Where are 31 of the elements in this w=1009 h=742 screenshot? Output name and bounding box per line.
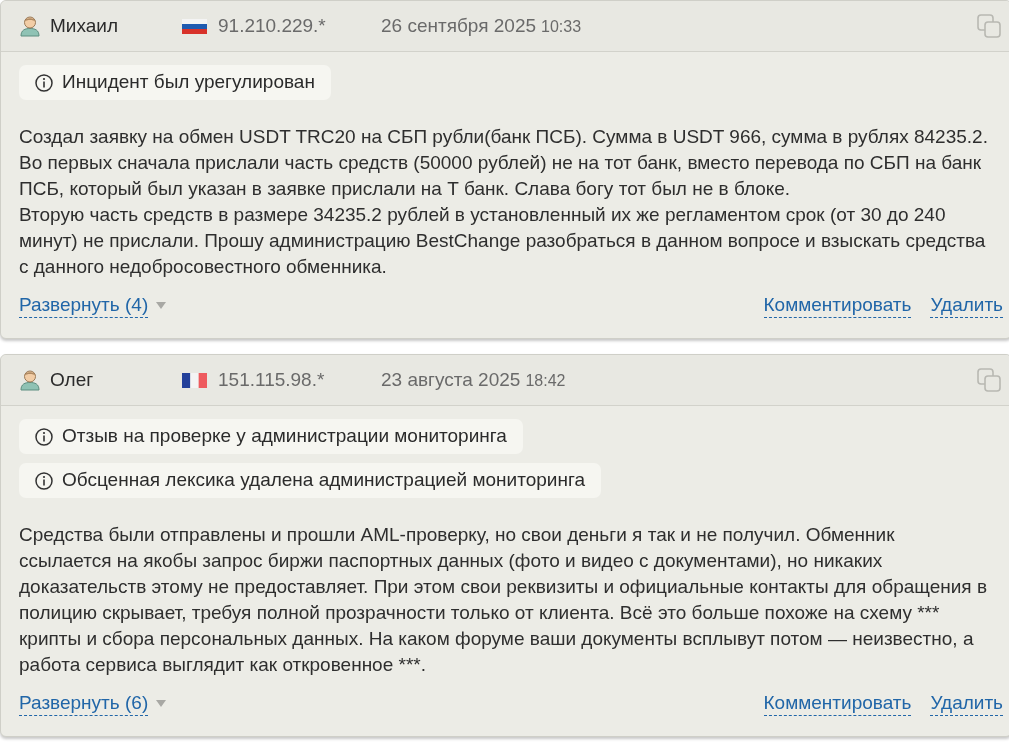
review-text: Вторую часть средств в размере 34235.2 рублей в установленный их же регламентом срок (от 30 до 240 минут) не прислали. Прошу администрацию BestChange разобраться в данном вопросе и взыскать средства с данного недобросовестного обменника. (19, 203, 987, 279)
notice-text: Обсценная лексика удалена администрацией мониторинга (62, 468, 585, 493)
expand-link[interactable]: Развернуть (6) (19, 691, 149, 716)
expand-link[interactable]: Развернуть (4) (19, 293, 149, 318)
notice-text: Отзыв на проверке у администрации мониторинга (62, 424, 507, 449)
caret-down-icon (156, 302, 167, 309)
info-icon (35, 427, 53, 446)
ip-address: 151.115.98.* (218, 367, 325, 392)
author-name: Олег (50, 367, 94, 392)
review-time: 10:33 (541, 16, 582, 37)
copy-icon[interactable] (977, 368, 1001, 392)
user-avatar-icon (20, 369, 40, 391)
copy-icon[interactable] (977, 14, 1001, 38)
review-text: Средства были отправлены и прошли AML-проверку, но свои деньги я так и не получил. Обменник ссылается на якобы запрос биржи паспортных данных (фото и видео с документами), но никаких доказательств этому не предоставляет. При этом свои реквизиты и официальные контакты для обращения в полицию скрывает, требуя полной прозрачности только от клиента. Всё это больше похоже на схему *** крипты и сбора персональных данных. На каком форуме ваши документы всплывут потом — неизвестно, а работа сервиса выглядит как откровенное ***. (19, 523, 989, 677)
action-link[interactable]: Комментировать (763, 293, 912, 318)
info-icon (35, 73, 53, 92)
action-link[interactable]: Комментировать (763, 691, 912, 716)
caret-down-icon (156, 700, 167, 707)
review-time: 18:42 (525, 370, 566, 391)
user-avatar-icon (20, 15, 40, 37)
action-link[interactable]: Удалить (930, 293, 1003, 318)
review-date: 26 сентября 2025 (381, 13, 537, 38)
action-link[interactable]: Удалить (930, 691, 1003, 716)
review-date: 23 августа 2025 (381, 367, 521, 392)
russia-flag-icon (182, 18, 207, 34)
france-flag-icon (182, 372, 207, 388)
author-name: Михаил (50, 13, 118, 38)
info-icon (35, 471, 53, 490)
ip-address: 91.210.229.* (218, 13, 326, 38)
review-text: Создал заявку на обмен USDT TRC20 на СБП рубли(банк ПСБ). Сумма в USDT 966, сумма в рублях 84235.2. Во первых сначала прислали часть средств (50000 рублей) не на тот банк, вместо перевода по СБП на банк ПСБ, который был указан в заявке прислали на Т банк. Слава богу тот был не в блоке. (19, 125, 989, 201)
notice-text: Инцидент был урегулирован (62, 70, 315, 95)
